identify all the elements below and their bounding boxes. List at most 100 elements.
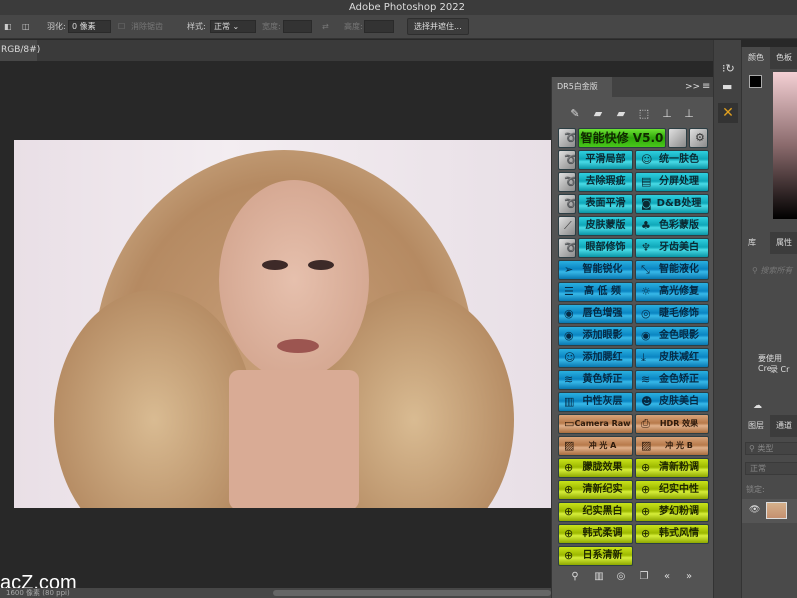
- action-button[interactable]: ⊕ 日系清新: [558, 546, 633, 566]
- smart-repair-button[interactable]: 智能快修 V5.0: [578, 128, 666, 148]
- action-button[interactable]: ▤ 分屏处理: [635, 172, 709, 192]
- next-icon[interactable]: »: [682, 571, 696, 582]
- style-select[interactable]: 正常 ⌄: [210, 20, 256, 33]
- action-button[interactable]: ♆ 牙齿美白: [635, 238, 709, 258]
- bandage-alt-icon[interactable]: ▰: [614, 107, 628, 121]
- gradient-button[interactable]: [668, 128, 687, 148]
- select-and-mask-button[interactable]: 选择并遮住...: [407, 18, 469, 35]
- selection-icon[interactable]: ⬚: [637, 107, 651, 121]
- action-button[interactable]: ⊕ 韩式风情: [635, 524, 709, 544]
- lasso-button[interactable]: ➰: [558, 194, 576, 214]
- panel-expand-icon[interactable]: >>: [685, 82, 700, 92]
- antialias-checkbox[interactable]: ☐: [118, 20, 125, 34]
- panel-menu-icon[interactable]: ≡: [702, 81, 710, 92]
- action-button[interactable]: 平滑局部: [578, 150, 633, 170]
- search-icon[interactable]: ⚲: [568, 571, 582, 582]
- action-button[interactable]: ☻ 皮肤美白: [635, 392, 709, 412]
- stamp-icon[interactable]: ⊥: [660, 107, 674, 121]
- dr5-tab[interactable]: DR5白金版: [552, 77, 612, 97]
- action-button[interactable]: ☼ 高光修复: [635, 282, 709, 302]
- action-button[interactable]: ≋ 黄色矫正: [558, 370, 633, 390]
- action-button[interactable]: ◎ 睫毛修饰: [635, 304, 709, 324]
- foreground-color[interactable]: [749, 75, 762, 88]
- preview-icon[interactable]: ◎: [614, 571, 628, 582]
- swap-icon[interactable]: ⇄: [322, 20, 329, 34]
- brush-tool-icon[interactable]: ✎: [568, 107, 582, 121]
- feather-input[interactable]: 0 像素: [68, 20, 111, 33]
- action-button[interactable]: ⤡ 智能液化: [635, 260, 709, 280]
- prev-icon[interactable]: «: [660, 571, 674, 582]
- action-button[interactable]: 去除瑕疵: [578, 172, 633, 192]
- action-button[interactable]: ⊕ 纪实黑白: [558, 502, 633, 522]
- copy-icon[interactable]: ❐: [637, 571, 651, 582]
- action-button[interactable]: ▭ Camera Raw: [558, 414, 633, 434]
- tab-layers[interactable]: 图层: [742, 415, 770, 437]
- library-search[interactable]: ⚲ 搜索所有: [752, 265, 792, 276]
- action-button[interactable]: ☺ 添加腮红: [558, 348, 633, 368]
- action-icon: ⊕: [564, 505, 574, 518]
- visibility-eye-icon[interactable]: 👁: [749, 505, 760, 515]
- stamp-clear-icon[interactable]: ⊥: [682, 107, 696, 121]
- sliders-icon: ⚙: [695, 131, 705, 144]
- tab-properties[interactable]: 属性: [770, 232, 792, 254]
- layer-kind-filter[interactable]: ⚲ 类型: [745, 442, 797, 455]
- lasso-icon: ⟋: [564, 219, 572, 232]
- compare-icon[interactable]: ▥: [592, 571, 606, 582]
- button-label: 色彩蒙版: [659, 220, 699, 231]
- action-button[interactable]: ☺ 统一肤色: [635, 150, 709, 170]
- action-button[interactable]: ⎙ HDR 效果: [635, 414, 709, 434]
- lasso-button[interactable]: ⟋: [558, 216, 576, 236]
- history-icon[interactable]: ⁝↻: [722, 62, 735, 75]
- comment-icon[interactable]: ▬: [722, 80, 732, 93]
- action-button[interactable]: ☰ 高 低 频: [558, 282, 633, 302]
- action-icon: ▤: [641, 175, 652, 188]
- action-button[interactable]: 眼部修饰: [578, 238, 633, 258]
- action-button[interactable]: ⊕ 梦幻粉调: [635, 502, 709, 522]
- intersect-mode-icon[interactable]: ◫: [22, 20, 30, 34]
- action-button[interactable]: ◙ D&B处理: [635, 194, 709, 214]
- action-button[interactable]: ⊕ 纪实中性: [635, 480, 709, 500]
- action-button[interactable]: ▨ 冲 光 A: [558, 436, 633, 456]
- tools-icon[interactable]: ✕: [718, 103, 738, 123]
- action-button[interactable]: ≋ 金色矫正: [635, 370, 709, 390]
- selection-mode-icon[interactable]: ◧: [4, 20, 12, 34]
- settings-button[interactable]: ⚙: [689, 128, 708, 148]
- horizontal-scrollbar[interactable]: [273, 590, 551, 596]
- action-button[interactable]: ⊕ 清新纪实: [558, 480, 633, 500]
- action-button[interactable]: ⊕ 清新粉调: [635, 458, 709, 478]
- lasso-button[interactable]: ➰: [558, 238, 576, 258]
- cloud-icon[interactable]: ☁: [753, 401, 762, 411]
- width-input[interactable]: [283, 20, 312, 33]
- portrait-photo[interactable]: [14, 140, 552, 508]
- tab-channels[interactable]: 通道: [770, 415, 792, 437]
- button-label: 清新粉调: [659, 462, 699, 473]
- bandage-icon[interactable]: ▰: [591, 107, 605, 121]
- action-button[interactable]: 皮肤蒙版: [578, 216, 633, 236]
- action-button[interactable]: ▥ 中性灰层: [558, 392, 633, 412]
- action-button[interactable]: ◉ 唇色增强: [558, 304, 633, 324]
- button-label: 清新纪实: [582, 484, 623, 495]
- action-button[interactable]: ⤓ 皮肤减红: [635, 348, 709, 368]
- lasso-button[interactable]: ➰: [558, 128, 576, 148]
- action-button[interactable]: ♣ 色彩蒙版: [635, 216, 709, 236]
- color-picker-field[interactable]: [773, 72, 797, 219]
- tab-libraries[interactable]: 库: [742, 232, 770, 254]
- button-label: 皮肤蒙版: [585, 220, 626, 231]
- action-button[interactable]: ➢ 智能锐化: [558, 260, 633, 280]
- action-button[interactable]: ⊕ 韩式柔调: [558, 524, 633, 544]
- lasso-button[interactable]: ➰: [558, 150, 576, 170]
- action-button[interactable]: ▨ 冲 光 B: [635, 436, 709, 456]
- button-label: 添加腮红: [582, 352, 623, 363]
- action-button[interactable]: ◉ 添加眼影: [558, 326, 633, 346]
- button-label: 去除瑕疵: [585, 176, 626, 187]
- lasso-button[interactable]: ➰: [558, 172, 576, 192]
- action-button[interactable]: 表面平滑: [578, 194, 633, 214]
- blend-mode-select[interactable]: 正常: [745, 462, 797, 475]
- document-tab[interactable]: RGB/8#): [0, 40, 40, 61]
- tab-swatches[interactable]: 色板: [770, 47, 797, 69]
- lasso-icon: ➰: [564, 129, 575, 147]
- height-input[interactable]: [364, 20, 394, 33]
- tab-color[interactable]: 颜色: [742, 47, 764, 69]
- action-button[interactable]: ⊕ 朦胧效果: [558, 458, 633, 478]
- action-button[interactable]: ◉ 金色眼影: [635, 326, 709, 346]
